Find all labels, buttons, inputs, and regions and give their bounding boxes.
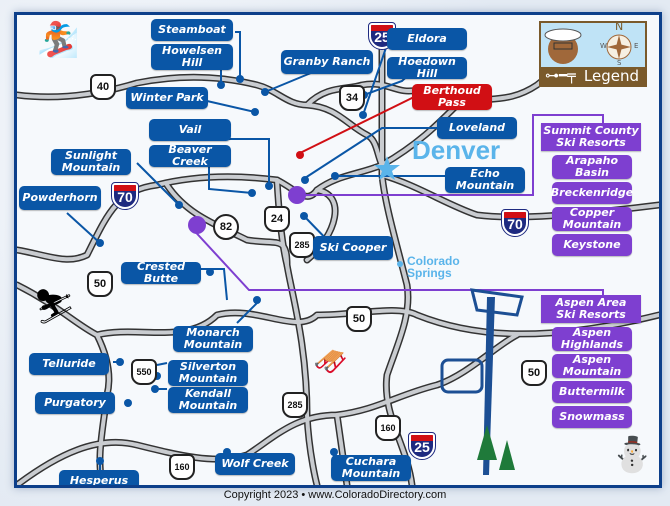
- us-550-shield: 550: [131, 359, 157, 385]
- legend-label: Legend: [583, 67, 639, 85]
- compass-rose-icon: [606, 34, 632, 60]
- us-285-south-shield: 285: [282, 392, 308, 418]
- interstate-70-east-shield: 70: [501, 209, 529, 237]
- summit-resort-copper-mountain[interactable]: Copper Mountain: [552, 207, 632, 231]
- summit-resort-arapaho-basin[interactable]: Arapaho Basin: [552, 155, 632, 179]
- us-160-east-shield: 160: [375, 415, 401, 441]
- resort-label-purgatory[interactable]: Purgatory: [35, 392, 115, 414]
- resort-label-steamboat[interactable]: Steamboat: [151, 19, 233, 41]
- legend-bar: ⊶━╤ Legend: [541, 67, 645, 85]
- us-285-north-shield: 285: [289, 232, 315, 258]
- city-label-colorado-springs: Colorado Springs: [407, 254, 460, 280]
- resort-label-ski-cooper[interactable]: Ski Cooper: [313, 236, 393, 260]
- us-50-east-shield: 50: [521, 360, 547, 386]
- resort-label-hoedown-hill[interactable]: Hoedown Hill: [387, 56, 467, 80]
- summit-county-header: Summit County Ski Resorts: [541, 123, 641, 151]
- interstate-70-west-shield: 70: [111, 182, 139, 210]
- compass-west-label: W: [600, 42, 607, 50]
- map-page: Denver Colorado Springs 25 25 70 70 40 3…: [0, 0, 670, 506]
- resort-label-wolf-creek[interactable]: Wolf Creek: [215, 453, 295, 475]
- us-24-shield: 24: [264, 206, 290, 232]
- resort-label-berthoud-pass[interactable]: Berthoud Pass: [412, 84, 492, 110]
- resort-label-eldora[interactable]: Eldora: [387, 28, 467, 50]
- us-50-mid-shield: 50: [346, 306, 372, 332]
- snow-tuber-illustration: 🛷: [313, 345, 348, 378]
- aspen-resort-buttermilk[interactable]: Buttermilk: [552, 381, 632, 403]
- resort-label-loveland[interactable]: Loveland: [437, 117, 517, 139]
- us-50-west-shield: 50: [87, 271, 113, 297]
- resort-label-beaver-creek[interactable]: Beaver Creek: [149, 144, 231, 168]
- us-34-shield: 34: [339, 85, 365, 111]
- skier-illustration: ⛷: [33, 287, 77, 327]
- key-icon: ⊶━╤: [545, 68, 576, 84]
- resort-label-cuchara-mountain[interactable]: Cuchara Mountain: [331, 455, 411, 481]
- map-frame: Denver Colorado Springs 25 25 70 70 40 3…: [14, 12, 662, 488]
- resort-label-telluride[interactable]: Telluride: [29, 353, 109, 375]
- resort-label-howelsen-hill[interactable]: Howelsen Hill: [151, 44, 233, 70]
- aspen-area-header: Aspen Area Ski Resorts: [541, 295, 641, 323]
- resort-label-granby-ranch[interactable]: Granby Ranch: [281, 50, 373, 74]
- interstate-25-south-shield: 25: [408, 432, 436, 460]
- us-40-shield: 40: [90, 74, 116, 100]
- state-82-shield: 82: [213, 214, 239, 240]
- compass-south-label: S: [617, 59, 622, 67]
- legend-illustration: [544, 28, 632, 64]
- resort-label-echo-mountain[interactable]: Echo Mountain: [445, 167, 525, 193]
- compass-north-label: N: [615, 20, 624, 33]
- resort-label-silverton-mountain[interactable]: Silverton Mountain: [168, 360, 248, 386]
- resort-label-powderhorn[interactable]: Powderhorn: [19, 186, 101, 210]
- compass-east-label: E: [634, 42, 639, 50]
- city-label-denver: Denver: [412, 135, 501, 165]
- resort-label-sunlight-mountain[interactable]: Sunlight Mountain: [51, 149, 131, 175]
- resort-label-monarch-mountain[interactable]: Monarch Mountain: [173, 326, 253, 352]
- copyright-footer: Copyright 2023 • www.ColoradoDirectory.c…: [223, 489, 447, 501]
- summit-resort-breckenridge[interactable]: Breckenridge: [551, 182, 633, 204]
- summit-resort-keystone[interactable]: Keystone: [552, 234, 632, 256]
- resort-label-crested-butte[interactable]: Crested Butte: [121, 261, 201, 285]
- aspen-resort-snowmass[interactable]: Snowmass: [552, 406, 632, 428]
- legend-box[interactable]: N W E S ⊶━╤ Legend: [539, 20, 647, 87]
- aspen-resort-aspen-mountain[interactable]: Aspen Mountain: [552, 354, 632, 378]
- resort-label-winter-park[interactable]: Winter Park: [126, 87, 208, 109]
- tree-icons: [477, 425, 515, 470]
- us-160-west-shield: 160: [169, 454, 195, 480]
- snowboarder-illustration: 🏂: [37, 20, 80, 60]
- resort-label-kendall-mountain[interactable]: Kendall Mountain: [168, 387, 248, 413]
- snowman-illustration: ⛄: [611, 435, 654, 475]
- resort-label-hesperus[interactable]: Hesperus: [59, 470, 139, 485]
- aspen-resort-aspen-highlands[interactable]: Aspen Highlands: [552, 327, 632, 351]
- resort-label-vail[interactable]: Vail: [149, 119, 231, 141]
